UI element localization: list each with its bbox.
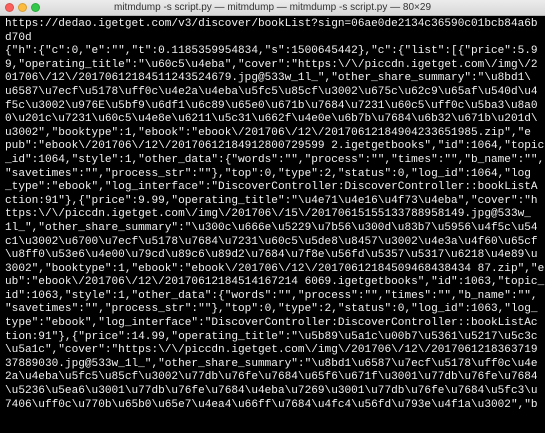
terminal-line: ction:91"},{"price":9.99,"operating_titl…: [5, 194, 538, 207]
terminal-line: _type":"ebook","log_interface":"Discover…: [5, 181, 538, 194]
terminal-line: \u8ff0\u53e6\u4e00\u79cd\u89c6\u89d2\u76…: [5, 249, 538, 262]
terminal-line: https://dedao.igetget.com/v3/discover/bo…: [5, 18, 538, 30]
terminal-line: u6587\u7ecf\u5178\uff0c\u4e2a\u4eba\u5fc…: [5, 85, 538, 98]
window-title: mitmdump -s script.py — mitmdump — mitmd…: [113, 2, 432, 13]
terminal-line: id":1063,"style":1,"other_data":{"words"…: [5, 289, 538, 302]
terminal-line: 1l_","other_share_summary":"\u300c\u666e…: [5, 221, 538, 234]
terminal-line: c1\u3002\u6700\u7ecf\u5178\u7684\u7231\u…: [5, 235, 538, 248]
terminal-line: 3002","booktype":1,"ebook":"ebook\/20170…: [5, 262, 545, 275]
terminal-line: pub":"ebook\/201706\/12\/201706121849128…: [5, 140, 545, 153]
terminal-line: 7406\uff0c\u770b\u65b0\u65e7\u4ea4\u66ff…: [5, 398, 538, 411]
terminal-line: "savetimes":"","process_str":""},"top":0…: [5, 167, 531, 180]
terminal-line: u3002","booktype":1,"ebook":"ebook\/2017…: [5, 126, 531, 139]
terminal-line: _id":1064,"style":1,"other_data":{"words…: [5, 153, 545, 166]
zoom-window-icon[interactable]: [31, 3, 40, 12]
terminal-line: 9,"operating_title":"\u60c5\u4eba","cove…: [5, 58, 538, 71]
terminal-line: ttps:\/\/piccdn.igetget.com\/img\/201706…: [5, 208, 531, 221]
terminal-line: \u5236\u5ea6\u3001\u77db\u76fe\u7684\u4e…: [5, 385, 538, 398]
terminal-line: tion:91"},{"price":14.99,"operating_titl…: [5, 330, 538, 343]
terminal-line: 01706\/12\/20170612184511243524679.jpg@5…: [5, 72, 531, 85]
window-controls: [5, 3, 40, 12]
minimize-window-icon[interactable]: [18, 3, 27, 12]
terminal-output[interactable]: https://dedao.igetget.com/v3/discover/bo…: [0, 16, 545, 433]
terminal-line: ub":"ebook\/201706\/12\/2017061218451416…: [5, 276, 545, 289]
terminal-line: "savetimes":"","process_str":""},"top":0…: [5, 303, 538, 316]
terminal-window: mitmdump -s script.py — mitmdump — mitmd…: [0, 0, 545, 433]
terminal-line: type":"ebook","log_interface":"DiscoverC…: [5, 317, 538, 330]
terminal-line: {"h":{"c":0,"e":"","t":0.1185359954834,"…: [5, 45, 538, 58]
terminal-line: d70d: [5, 31, 32, 44]
terminal-line: 2a\u4eba\u5fc5\u85cf\u3002\u77db\u76fe\u…: [5, 371, 538, 384]
terminal-line: f5c\u3002\u976E\u5bf9\u6df1\u6c89\u65e0\…: [5, 99, 538, 112]
terminal-line: \u5a1c","cover":"https:\/\/piccdn.igetge…: [5, 344, 538, 357]
terminal-line: 0\u201c\u7231\u60c5\u4e8e\u6211\u5c31\u6…: [5, 113, 538, 126]
close-window-icon[interactable]: [5, 3, 14, 12]
terminal-line: 37889030.jpg@533w_1l_","other_share_summ…: [5, 357, 538, 370]
title-bar[interactable]: mitmdump -s script.py — mitmdump — mitmd…: [0, 0, 545, 16]
